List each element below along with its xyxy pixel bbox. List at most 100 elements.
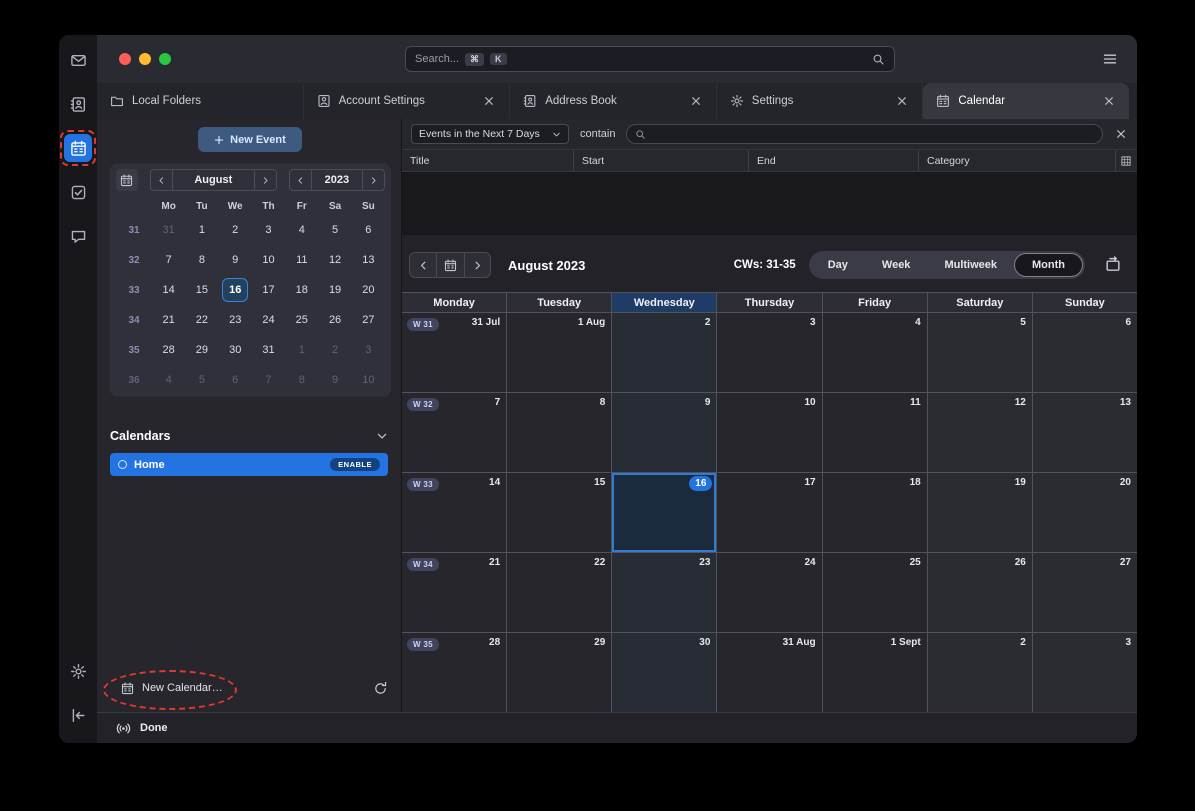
month-day-cell[interactable]: 9 (612, 393, 717, 473)
close-icon[interactable] (1102, 94, 1116, 108)
zoom-window-button[interactable] (159, 53, 171, 65)
minical-day[interactable]: 7 (255, 368, 281, 392)
close-icon[interactable] (689, 94, 703, 108)
minical-day[interactable]: 20 (355, 278, 381, 302)
settings-button[interactable] (64, 657, 92, 685)
minical-day[interactable]: 12 (322, 248, 348, 272)
tab-settings[interactable]: Settings (717, 83, 924, 119)
app-menu-button[interactable] (1099, 48, 1121, 70)
view-multiweek-button[interactable]: Multiweek (927, 253, 1014, 277)
rotate-view-icon[interactable] (1104, 256, 1122, 274)
month-day-cell[interactable]: 1 Aug (507, 313, 612, 393)
today-button[interactable] (436, 253, 464, 277)
global-search-input[interactable]: Search... ⌘ K (405, 46, 895, 72)
month-day-cell[interactable]: 22 (507, 553, 612, 633)
minical-day[interactable]: 14 (156, 278, 182, 302)
close-window-button[interactable] (119, 53, 131, 65)
minical-day[interactable]: 18 (289, 278, 315, 302)
minical-day[interactable]: 2 (222, 218, 248, 242)
calendars-section-header[interactable]: Calendars (110, 425, 388, 447)
minical-day[interactable]: 10 (255, 248, 281, 272)
column-header-end[interactable]: End (749, 150, 919, 171)
space-chat-button[interactable] (64, 222, 92, 250)
minimize-window-button[interactable] (139, 53, 151, 65)
new-calendar-button[interactable]: New Calendar… (110, 682, 223, 695)
minical-day[interactable]: 8 (189, 248, 215, 272)
minical-day[interactable]: 26 (322, 308, 348, 332)
tab-account-settings[interactable]: Account Settings (304, 83, 511, 119)
month-day-cell[interactable]: 4 (823, 313, 928, 393)
event-search-input[interactable] (626, 124, 1103, 144)
event-list-empty[interactable] (402, 172, 1137, 235)
enable-badge[interactable]: ENABLE (330, 458, 380, 471)
minical-day[interactable]: 4 (156, 368, 182, 392)
month-day-cell[interactable]: 16 (612, 473, 717, 553)
month-day-cell[interactable]: 20 (1033, 473, 1137, 553)
space-mail-button[interactable] (64, 46, 92, 74)
minical-today-button[interactable] (116, 169, 138, 191)
minical-day[interactable]: 30 (222, 338, 248, 362)
minical-day[interactable]: 28 (156, 338, 182, 362)
minical-day[interactable]: 6 (355, 218, 381, 242)
close-icon[interactable] (1114, 127, 1128, 141)
month-day-cell[interactable]: 25 (823, 553, 928, 633)
minical-day[interactable]: 13 (355, 248, 381, 272)
month-day-cell[interactable]: 27 (1033, 553, 1137, 633)
new-event-button[interactable]: New Event (198, 127, 302, 152)
month-day-cell[interactable]: 19 (928, 473, 1033, 553)
minical-day[interactable]: 31 (255, 338, 281, 362)
next-year-button[interactable] (363, 170, 384, 190)
column-header-start[interactable]: Start (574, 150, 749, 171)
minical-day[interactable]: 15 (189, 278, 215, 302)
prev-period-button[interactable] (410, 253, 436, 277)
minical-day[interactable]: 21 (156, 308, 182, 332)
minical-day[interactable]: 29 (189, 338, 215, 362)
tab-local-folders[interactable]: Local Folders (97, 83, 304, 119)
next-period-button[interactable] (464, 253, 490, 277)
minical-day[interactable]: 31 (156, 218, 182, 242)
prev-year-button[interactable] (290, 170, 311, 190)
column-picker-button[interactable] (1116, 150, 1137, 171)
month-day-cell[interactable]: 26 (928, 553, 1033, 633)
space-address-book-button[interactable] (64, 90, 92, 118)
month-day-cell[interactable]: 24 (717, 553, 822, 633)
minical-day[interactable]: 2 (322, 338, 348, 362)
month-day-cell[interactable]: 3 (717, 313, 822, 393)
column-header-title[interactable]: Title (402, 150, 574, 171)
minical-day[interactable]: 4 (289, 218, 315, 242)
minical-day[interactable]: 24 (255, 308, 281, 332)
minical-day[interactable]: 7 (156, 248, 182, 272)
month-day-cell[interactable]: W 3421 (402, 553, 507, 633)
minical-day[interactable]: 6 (222, 368, 248, 392)
month-day-cell[interactable]: W 3528 (402, 633, 507, 713)
view-month-button[interactable]: Month (1014, 253, 1083, 277)
month-day-cell[interactable]: 11 (823, 393, 928, 473)
minical-day[interactable]: 9 (222, 248, 248, 272)
event-filter-dropdown[interactable]: Events in the Next 7 Days (411, 124, 569, 144)
month-day-cell[interactable]: 12 (928, 393, 1033, 473)
month-day-cell[interactable]: 29 (507, 633, 612, 713)
view-day-button[interactable]: Day (811, 253, 865, 277)
minical-day[interactable]: 25 (289, 308, 315, 332)
space-calendar-button[interactable] (64, 134, 92, 162)
month-day-cell[interactable]: 5 (928, 313, 1033, 393)
minical-day[interactable]: 3 (255, 218, 281, 242)
month-day-cell[interactable]: 18 (823, 473, 928, 553)
view-week-button[interactable]: Week (865, 253, 928, 277)
month-day-cell[interactable]: 13 (1033, 393, 1137, 473)
month-day-cell[interactable]: 6 (1033, 313, 1137, 393)
month-day-cell[interactable]: 10 (717, 393, 822, 473)
month-day-cell[interactable]: W 3314 (402, 473, 507, 553)
month-day-cell[interactable]: 2 (928, 633, 1033, 713)
month-day-cell[interactable]: 15 (507, 473, 612, 553)
space-tasks-button[interactable] (64, 178, 92, 206)
next-month-button[interactable] (255, 170, 276, 190)
minical-day[interactable]: 11 (289, 248, 315, 272)
minical-day[interactable]: 8 (289, 368, 315, 392)
calendar-list-item-home[interactable]: HomeENABLE (110, 453, 388, 476)
minical-day[interactable]: 10 (355, 368, 381, 392)
month-day-cell[interactable]: 1 Sept (823, 633, 928, 713)
minical-day[interactable]: 9 (322, 368, 348, 392)
month-day-cell[interactable]: 3 (1033, 633, 1137, 713)
month-day-cell[interactable]: W 327 (402, 393, 507, 473)
